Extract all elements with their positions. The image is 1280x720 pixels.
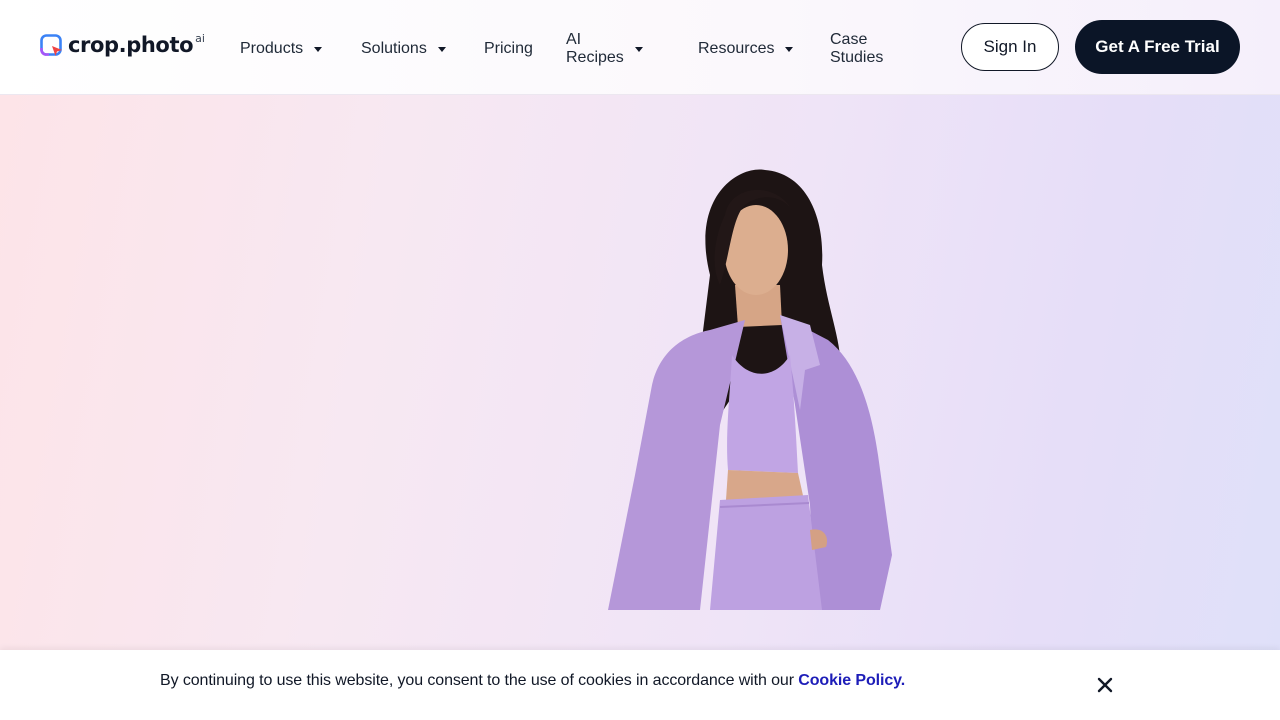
close-icon[interactable] — [1095, 675, 1115, 695]
nav-item-label: AI Recipes — [566, 31, 624, 66]
nav-item-solutions[interactable]: Solutions — [361, 38, 446, 60]
logo-text: crop.photo — [68, 33, 194, 57]
cookie-message: By continuing to use this website, you c… — [160, 672, 905, 690]
nav-item-pricing[interactable]: Pricing — [484, 38, 533, 60]
caret-down-icon — [785, 46, 794, 52]
free-trial-button[interactable]: Get A Free Trial — [1075, 20, 1240, 74]
logo[interactable]: crop.photo ai — [40, 32, 205, 62]
nav-item-label: Pricing — [484, 40, 533, 57]
site-header: crop.photo ai Products Solutions Pricing… — [0, 0, 1280, 95]
nav-item-resources[interactable]: Resources — [698, 38, 794, 60]
nav-item-label: Case Studies — [830, 31, 884, 66]
logo-icon — [40, 34, 62, 56]
nav-item-ai-recipes[interactable]: AI Recipes — [566, 31, 643, 66]
nav-item-label: Solutions — [361, 40, 427, 57]
nav-item-products[interactable]: Products — [240, 38, 323, 60]
cookie-policy-link[interactable]: Cookie Policy. — [798, 672, 905, 689]
caret-down-icon — [314, 46, 323, 52]
nav-item-label: Resources — [698, 40, 775, 57]
caret-down-icon — [634, 46, 643, 52]
hero-section — [0, 95, 1280, 650]
model-photo — [608, 169, 892, 610]
nav-item-label: Products — [240, 40, 304, 57]
nav-item-case-studies[interactable]: Case Studies — [830, 31, 883, 66]
caret-down-icon — [437, 46, 446, 52]
cookie-banner: By continuing to use this website, you c… — [0, 650, 1280, 720]
sign-in-button[interactable]: Sign In — [961, 23, 1059, 71]
cookie-text: By continuing to use this website, you c… — [160, 672, 799, 689]
logo-superscript: ai — [195, 32, 205, 45]
